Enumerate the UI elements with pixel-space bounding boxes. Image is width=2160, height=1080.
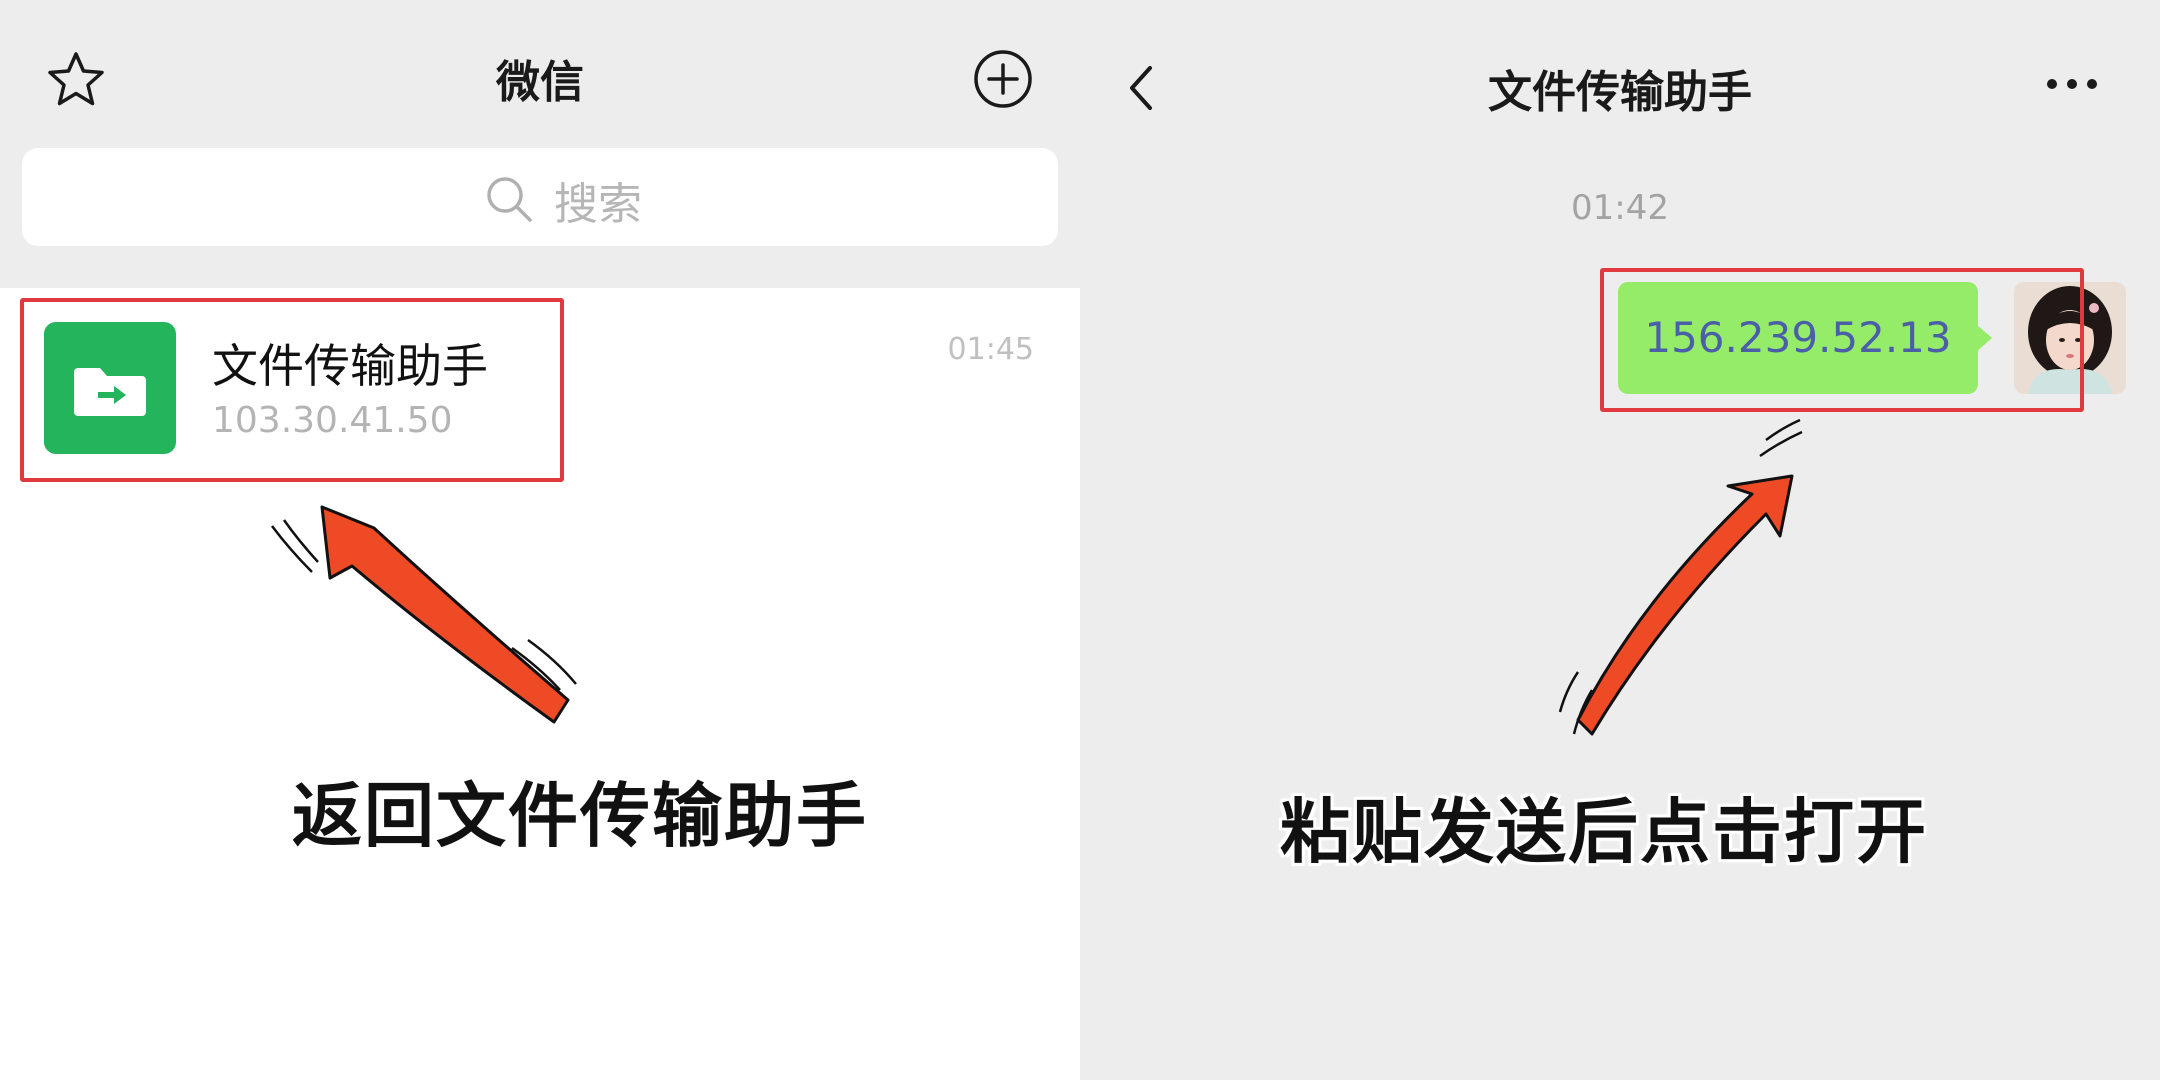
chat-screen: 文件传输助手 01:42 156.239.52.13 粘贴发送后点击打开: [1080, 0, 2160, 1080]
instruction-caption: 粘贴发送后点击打开: [1279, 790, 1928, 875]
arrow-annotation: [271, 505, 577, 724]
instruction-caption: 返回文件传输助手: [291, 774, 868, 859]
arrow-annotation: [1558, 418, 1803, 736]
chat-list-screen: 微信 搜索 文件传输助手 103.30.41.50 01:45 返回文件传输助手: [0, 0, 1080, 1080]
